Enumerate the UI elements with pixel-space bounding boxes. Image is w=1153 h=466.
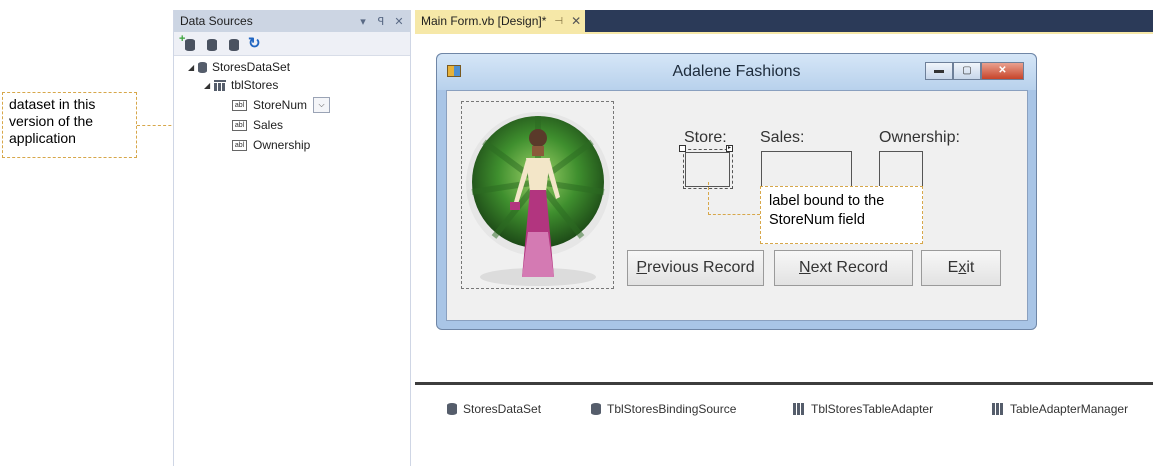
textbox-field-icon: abl xyxy=(232,99,247,111)
close-icon[interactable]: ✕ xyxy=(571,14,581,28)
exit-button[interactable]: Exit xyxy=(921,250,1001,286)
tray-item-dataset[interactable]: StoresDataSet xyxy=(447,402,541,416)
fashion-picture-box[interactable] xyxy=(461,101,614,289)
tray-item-label: TblStoresTableAdapter xyxy=(811,402,934,416)
data-sources-header: Data Sources ▾ ꟼ ✕ xyxy=(174,10,410,32)
mnemonic-n: N xyxy=(799,259,811,276)
field-label-storenum: StoreNum xyxy=(253,98,308,112)
tray-item-label: StoresDataSet xyxy=(463,402,542,416)
fashion-model-illustration xyxy=(466,112,610,286)
next-record-label: ext Record xyxy=(810,259,888,276)
field-label-ownership: Ownership xyxy=(253,138,311,152)
field-label-sales: Sales xyxy=(253,118,284,132)
configure-dataset-icon[interactable] xyxy=(226,37,240,51)
tree-item-storenum[interactable]: abl StoreNum ⌵ xyxy=(232,96,331,114)
pin-icon[interactable]: ꟼ xyxy=(374,15,388,28)
tab-main-form-design[interactable]: Main Form.vb [Design]* ⊣ ✕ xyxy=(415,10,585,32)
close-icon[interactable]: ✕ xyxy=(392,15,406,28)
document-tabstrip: Main Form.vb [Design]* ⊣ ✕ xyxy=(415,10,1153,32)
mnemonic-p: P xyxy=(636,259,648,276)
smart-tag-icon[interactable]: ▸ xyxy=(726,145,733,152)
tree-item-dataset[interactable]: ◢ StoresDataSet xyxy=(188,58,290,76)
pin-icon[interactable]: ⊣ xyxy=(554,16,563,27)
tray-item-binding-source[interactable]: TblStoresBindingSource xyxy=(591,402,736,416)
dataset-icon xyxy=(198,61,207,73)
table-adapter-manager-icon xyxy=(992,403,1004,415)
sales-bound-label[interactable] xyxy=(761,151,852,189)
edit-dataset-icon[interactable] xyxy=(204,37,218,51)
previous-record-label: revious Record xyxy=(647,259,755,276)
dataset-callout: dataset in this version of the applicati… xyxy=(2,92,137,158)
window-buttons: ▬ ▢ ✕ xyxy=(925,62,1024,80)
maximize-icon[interactable]: ▢ xyxy=(953,62,981,80)
add-data-source-icon[interactable]: + xyxy=(179,33,196,51)
ownership-bound-label[interactable] xyxy=(879,151,923,189)
data-sources-title: Data Sources xyxy=(180,14,253,28)
ownership-label: Ownership: xyxy=(879,129,960,146)
next-record-button[interactable]: Next Record xyxy=(774,250,913,286)
tray-item-adapter-manager[interactable]: TableAdapterManager xyxy=(992,402,1128,416)
previous-record-button[interactable]: Previous Record xyxy=(627,250,764,286)
table-icon xyxy=(214,79,226,91)
form-titlebar: Adalene Fashions ▬ ▢ ✕ xyxy=(437,54,1036,90)
tree-item-sales[interactable]: abl Sales xyxy=(232,116,283,134)
label-callout-leader xyxy=(708,182,760,215)
chevron-down-icon[interactable]: ⌵ xyxy=(313,97,331,113)
expand-triangle-icon[interactable]: ◢ xyxy=(188,63,198,72)
data-sources-panel: Data Sources ▾ ꟼ ✕ + ↻ ◢ StoresDataSet ◢… xyxy=(173,10,411,466)
dataset-icon xyxy=(447,403,457,415)
exit-label-pre: E xyxy=(947,259,959,276)
component-tray xyxy=(415,385,1153,466)
dataset-label: StoresDataSet xyxy=(212,60,291,74)
tray-item-label: TblStoresBindingSource xyxy=(607,402,737,416)
table-adapter-icon xyxy=(793,403,805,415)
textbox-field-icon: abl xyxy=(232,119,247,131)
tree-item-ownership[interactable]: abl Ownership xyxy=(232,136,310,154)
refresh-icon[interactable]: ↻ xyxy=(248,36,262,51)
table-label: tblStores xyxy=(231,78,279,92)
data-sources-toolbar: + ↻ xyxy=(174,32,410,56)
store-label: Store: xyxy=(684,129,727,146)
exit-label-post: it xyxy=(966,259,975,276)
dropdown-arrow-icon[interactable]: ▾ xyxy=(356,15,370,28)
tray-item-table-adapter[interactable]: TblStoresTableAdapter xyxy=(793,402,933,416)
binding-source-icon xyxy=(591,403,601,415)
textbox-field-icon: abl xyxy=(232,139,247,151)
tab-label: Main Form.vb [Design]* xyxy=(421,14,547,28)
tray-item-label: TableAdapterManager xyxy=(1010,402,1129,416)
close-icon[interactable]: ✕ xyxy=(981,62,1024,80)
lock-icon[interactable] xyxy=(679,145,686,152)
minimize-icon[interactable]: ▬ xyxy=(925,62,953,80)
tree-item-table[interactable]: ◢ tblStores xyxy=(204,76,278,94)
expand-triangle-icon[interactable]: ◢ xyxy=(204,81,214,90)
label-callout: label bound to the StoreNum field xyxy=(760,186,923,244)
sales-label: Sales: xyxy=(760,129,805,146)
